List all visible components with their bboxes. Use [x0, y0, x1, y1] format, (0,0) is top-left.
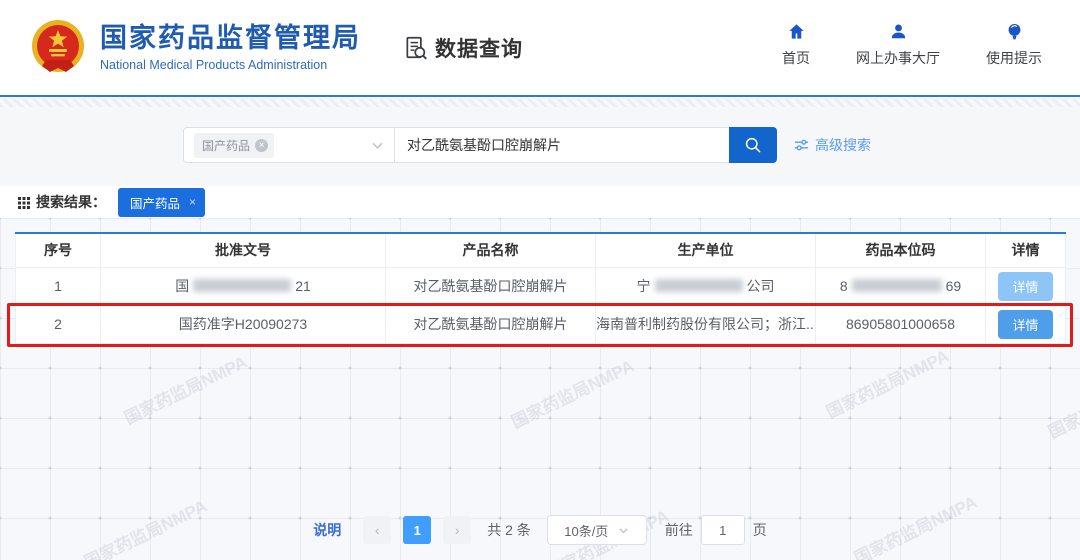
- search-input[interactable]: [395, 127, 729, 163]
- cell-drug-code: 8 69: [816, 267, 986, 305]
- manufacturer-prefix: 宁: [637, 278, 651, 294]
- approval-suffix: 21: [295, 278, 311, 294]
- cell-drug-code: 86905801000658: [816, 305, 986, 343]
- app-title: 数据查询: [403, 33, 523, 63]
- censored-block: [193, 279, 291, 292]
- category-tag[interactable]: 国产药品 ×: [194, 133, 274, 158]
- col-header-detail: 详情: [986, 233, 1066, 267]
- next-page-button[interactable]: ›: [443, 516, 471, 544]
- advanced-search-label: 高级搜索: [815, 135, 871, 155]
- results-table-wrap: 序号 批准文号 产品名称 生产单位 药品本位码 详情 1 国 21 对乙酰氨基酚口…: [15, 232, 1065, 344]
- goto-page-input[interactable]: [701, 515, 745, 545]
- nav-usage-tips[interactable]: 使用提示: [986, 22, 1042, 68]
- col-header-index: 序号: [16, 233, 101, 267]
- total-count-label: 共 2 条: [487, 520, 531, 540]
- cell-detail: 详情: [986, 267, 1066, 305]
- detail-button[interactable]: 详情: [998, 310, 1052, 339]
- org-subtitle: National Medical Products Administration: [100, 58, 361, 72]
- nav-online-hall[interactable]: 网上办事大厅: [856, 22, 940, 68]
- user-icon: [889, 22, 908, 41]
- result-filter-tag-label: 国产药品: [130, 193, 180, 212]
- home-icon: [787, 22, 806, 41]
- nav-online-hall-label: 网上办事大厅: [856, 48, 940, 68]
- watermark: 国家药监局NMPA: [1043, 362, 1080, 443]
- censored-block: [852, 279, 942, 292]
- code-prefix: 8: [840, 278, 848, 294]
- category-tag-label: 国产药品: [202, 137, 250, 154]
- org-title: 国家药品监督管理局: [100, 23, 361, 54]
- col-header-drug-code: 药品本位码: [816, 233, 986, 267]
- search-icon: [743, 135, 763, 155]
- cell-index: 1: [16, 267, 101, 305]
- watermark: 国家药监局NMPA: [506, 352, 637, 433]
- approval-prefix: 国: [175, 278, 189, 294]
- code-suffix: 69: [946, 278, 962, 294]
- result-tag-close-icon[interactable]: ×: [189, 195, 196, 209]
- cell-approval-no: 国 21: [101, 267, 386, 305]
- chevron-down-icon: [371, 139, 384, 152]
- col-header-manufacturer: 生产单位: [596, 233, 816, 267]
- advanced-search-link[interactable]: 高级搜索: [794, 135, 871, 155]
- cell-approval-no: 国药准字H20090273: [101, 305, 386, 343]
- page-size-label: 10条/页: [564, 521, 608, 540]
- data-query-icon: [403, 35, 429, 61]
- org-titles: 国家药品监督管理局 National Medical Products Admi…: [100, 23, 361, 71]
- filter-sliders-icon: [794, 138, 809, 152]
- results-bar: 搜索结果： 国产药品 ×: [0, 186, 1080, 218]
- table-row-highlighted: 2 国药准字H20090273 对乙酰氨基酚口腔崩解片 海南普利制药股份有限公司…: [16, 305, 1066, 343]
- table-header-row: 序号 批准文号 产品名称 生产单位 药品本位码 详情: [16, 233, 1066, 267]
- grid-icon: [18, 196, 31, 209]
- app-title-label: 数据查询: [435, 33, 523, 63]
- page: 国家药品监督管理局 National Medical Products Admi…: [0, 0, 1080, 560]
- search-bar: 国产药品 × 高级搜索: [183, 127, 871, 163]
- cell-manufacturer: 宁 公司: [596, 267, 816, 305]
- results-label: 搜索结果：: [36, 192, 106, 212]
- category-tag-close-icon[interactable]: ×: [255, 139, 268, 152]
- goto-page: 前往 页: [665, 515, 767, 545]
- manufacturer-suffix: 公司: [747, 278, 775, 294]
- result-filter-tag[interactable]: 国产药品 ×: [118, 188, 205, 217]
- search-button[interactable]: [729, 127, 777, 163]
- watermark: 国家药监局NMPA: [821, 342, 952, 423]
- category-select[interactable]: 国产药品 ×: [183, 127, 395, 163]
- lightbulb-icon: [1005, 22, 1024, 41]
- table-row: 1 国 21 对乙酰氨基酚口腔崩解片 宁 公司 8 69 详情: [16, 267, 1066, 305]
- cell-index: 2: [16, 305, 101, 343]
- goto-label: 前往: [665, 520, 693, 540]
- page-size-select[interactable]: 10条/页: [547, 515, 647, 545]
- chevron-down-icon: [618, 525, 629, 536]
- cell-product-name: 对乙酰氨基酚口腔崩解片: [386, 267, 596, 305]
- note-link[interactable]: 说明: [313, 520, 341, 540]
- col-header-product-name: 产品名称: [386, 233, 596, 267]
- nav-home[interactable]: 首页: [782, 22, 810, 68]
- censored-block: [655, 279, 743, 292]
- goto-suffix-label: 页: [753, 520, 767, 540]
- cell-manufacturer: 海南普利制药股份有限公司；浙江...: [596, 305, 816, 343]
- header: 国家药品监督管理局 National Medical Products Admi…: [0, 0, 1080, 97]
- current-page-button[interactable]: 1: [403, 516, 431, 544]
- content-area: 国家药监局NMPA 国家药监局NMPA 国家药监局NMPA 国家药监局NMPA …: [0, 218, 1080, 560]
- nav-usage-tips-label: 使用提示: [986, 48, 1042, 68]
- results-table: 序号 批准文号 产品名称 生产单位 药品本位码 详情 1 国 21 对乙酰氨基酚口…: [15, 232, 1066, 344]
- header-hatch-band: [0, 99, 1080, 107]
- nav-home-label: 首页: [782, 48, 810, 68]
- logo[interactable]: 国家药品监督管理局 National Medical Products Admi…: [28, 18, 361, 78]
- cell-product-name: 对乙酰氨基酚口腔崩解片: [386, 305, 596, 343]
- col-header-approval-no: 批准文号: [101, 233, 386, 267]
- pagination: 说明 ‹ 1 › 共 2 条 10条/页 前往 页: [0, 515, 1080, 545]
- watermark: 国家药监局NMPA: [119, 348, 250, 429]
- top-nav: 首页 网上办事大厅 使用提示: [782, 22, 1042, 68]
- cell-detail: 详情: [986, 305, 1066, 343]
- prev-page-button[interactable]: ‹: [363, 516, 391, 544]
- detail-button[interactable]: 详情: [998, 272, 1052, 301]
- national-emblem-icon: [28, 18, 88, 78]
